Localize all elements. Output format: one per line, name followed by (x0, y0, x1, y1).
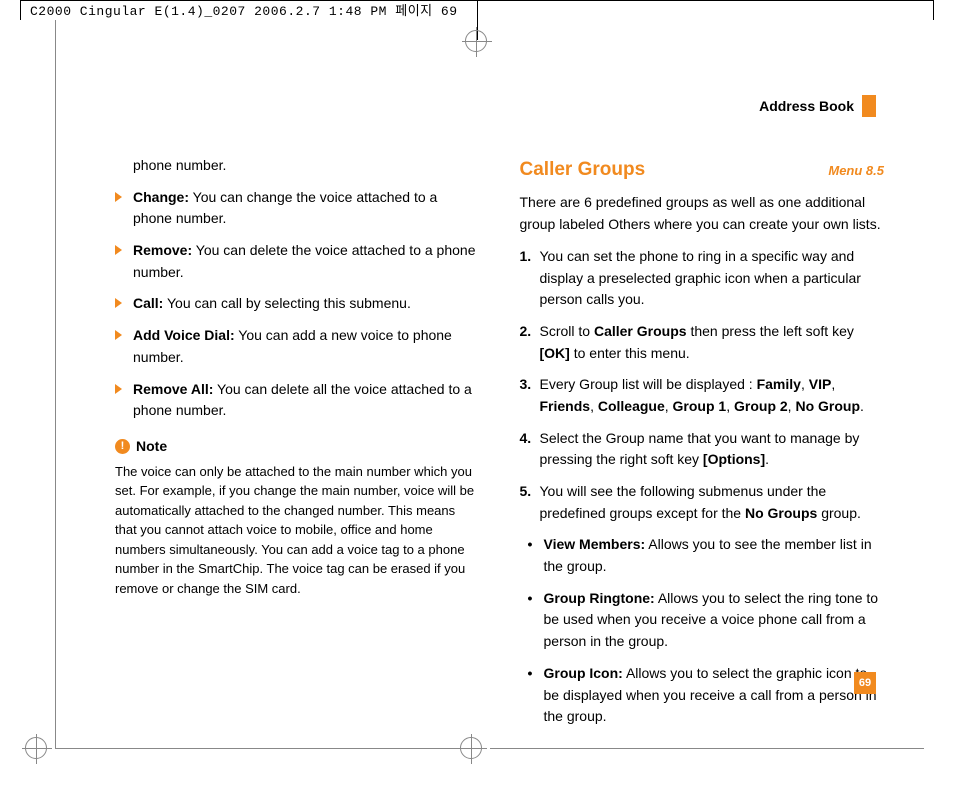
step-text: Select the Group name that you want to m… (540, 430, 860, 468)
bold: Colleague (598, 398, 665, 414)
triangle-icon (115, 192, 122, 202)
step-text: Every Group list will be displayed : (540, 376, 757, 392)
continuation-line: phone number. (115, 155, 480, 177)
triangle-icon (115, 298, 122, 308)
step-number: 1. (520, 246, 532, 268)
source-header: C2000 Cingular E(1.4)_0207 2006.2.7 1:48… (30, 0, 458, 19)
section-marker-icon (862, 95, 876, 117)
step-number: 4. (520, 428, 532, 450)
sub-group-ringtone: • Group Ringtone: Allows you to select t… (520, 588, 885, 653)
page-number: 69 (854, 672, 876, 694)
bold: [OK] (540, 345, 570, 361)
step-text: then press the left soft key (687, 323, 854, 339)
bullet-label: Remove All: (133, 381, 213, 397)
bullet-text: You can call by selecting this submenu. (163, 295, 411, 311)
bullet-add-voice: Add Voice Dial: You can add a new voice … (115, 325, 480, 368)
step-number: 5. (520, 481, 532, 503)
step-4: 4. Select the Group name that you want t… (520, 428, 885, 471)
page: Address Book phone number. Change: You c… (55, 55, 924, 764)
frame-right (933, 0, 934, 20)
bold: No Groups (745, 505, 817, 521)
step-2: 2. Scroll to Caller Groups then press th… (520, 321, 885, 364)
section-intro: There are 6 predefined groups as well as… (520, 192, 885, 235)
menu-ref: Menu 8.5 (828, 161, 884, 181)
bullet-dot-icon: • (528, 663, 533, 685)
step-text: Scroll to (540, 323, 594, 339)
left-margin-rule (55, 20, 56, 749)
bold: Caller Groups (594, 323, 687, 339)
step-5: 5. You will see the following submenus u… (520, 481, 885, 524)
bullet-label: Add Voice Dial: (133, 327, 235, 343)
sub-label: Group Ringtone: (544, 590, 655, 606)
bold: VIP (809, 376, 832, 392)
bold: No Group (795, 398, 860, 414)
triangle-icon (115, 245, 122, 255)
registration-mark-bl (25, 737, 47, 759)
step-text: You can set the phone to ring in a speci… (540, 248, 861, 307)
section-heading: Caller Groups Menu 8.5 (520, 155, 885, 184)
note-body: The voice can only be attached to the ma… (115, 462, 480, 599)
note-icon: ! (115, 439, 130, 454)
step-text: to enter this menu. (570, 345, 690, 361)
bullet-label: Call: (133, 295, 163, 311)
bullet-remove: Remove: You can delete the voice attache… (115, 240, 480, 283)
bullet-remove-all: Remove All: You can delete all the voice… (115, 379, 480, 422)
columns: phone number. Change: You can change the… (115, 155, 884, 738)
note-label: Note (136, 436, 167, 458)
triangle-icon (115, 330, 122, 340)
registration-mark-top (465, 30, 487, 52)
bold: Group 1 (673, 398, 727, 414)
note-heading: ! Note (115, 436, 480, 458)
triangle-icon (115, 384, 122, 394)
sub-label: Group Icon: (544, 665, 623, 681)
bold: [Options] (703, 451, 765, 467)
bullet-call: Call: You can call by selecting this sub… (115, 293, 480, 315)
step-number: 2. (520, 321, 532, 343)
left-column: phone number. Change: You can change the… (115, 155, 480, 738)
bullet-label: Change: (133, 189, 189, 205)
bold: Family (757, 376, 801, 392)
section-title: Caller Groups (520, 155, 646, 184)
sub-label: View Members: (544, 536, 646, 552)
bullet-label: Remove: (133, 242, 192, 258)
header-right: Address Book (759, 95, 876, 117)
step-text: group. (817, 505, 861, 521)
step-3: 3. Every Group list will be displayed : … (520, 374, 885, 417)
step-number: 3. (520, 374, 532, 396)
bullet-change: Change: You can change the voice attache… (115, 187, 480, 230)
bullet-dot-icon: • (528, 588, 533, 610)
bold: Group 2 (734, 398, 788, 414)
sub-group-icon: • Group Icon: Allows you to select the g… (520, 663, 885, 728)
right-column: Caller Groups Menu 8.5 There are 6 prede… (520, 155, 885, 738)
section-label: Address Book (759, 98, 854, 114)
step-1: 1. You can set the phone to ring in a sp… (520, 246, 885, 311)
bullet-dot-icon: • (528, 534, 533, 556)
frame-left (20, 0, 21, 20)
bold: Friends (540, 398, 591, 414)
sub-view-members: • View Members: Allows you to see the me… (520, 534, 885, 577)
